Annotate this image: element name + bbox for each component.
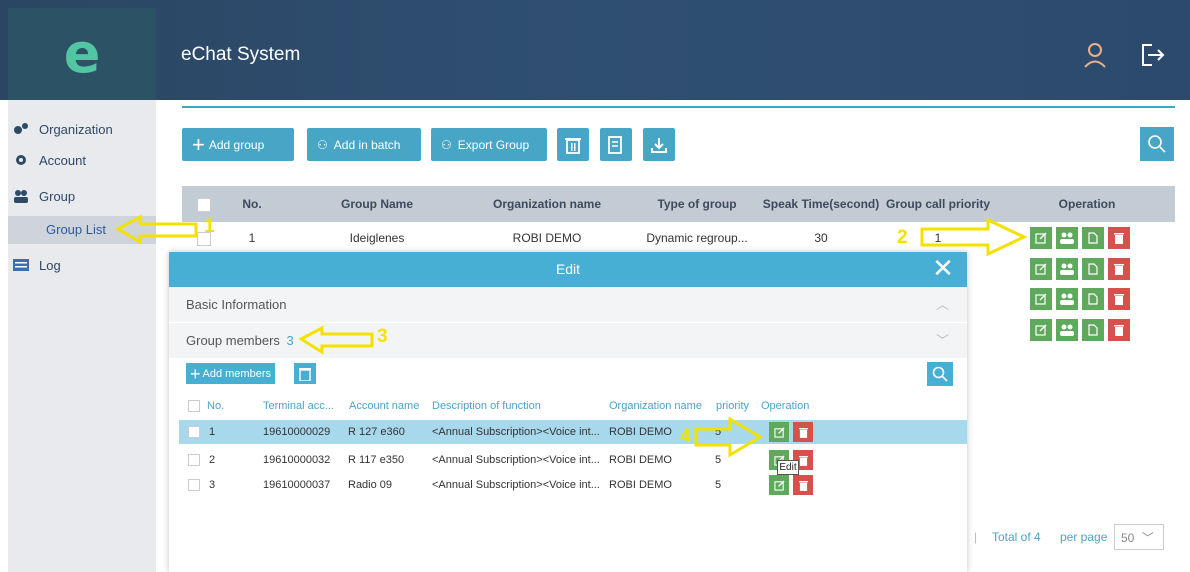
annotation-label-3: 3 [377,326,388,347]
annotation-label-1: 1 [204,216,215,237]
annotation-label-2: 2 [897,227,908,248]
annotation-label-4: 4 [680,426,691,447]
annotation-arrow-4 [694,416,763,458]
annotation-arrow-1 [114,214,198,245]
annotation-arrow-3 [297,325,374,355]
annotation-overlay [114,214,1028,458]
annotation-arrow-2 [920,217,1028,257]
